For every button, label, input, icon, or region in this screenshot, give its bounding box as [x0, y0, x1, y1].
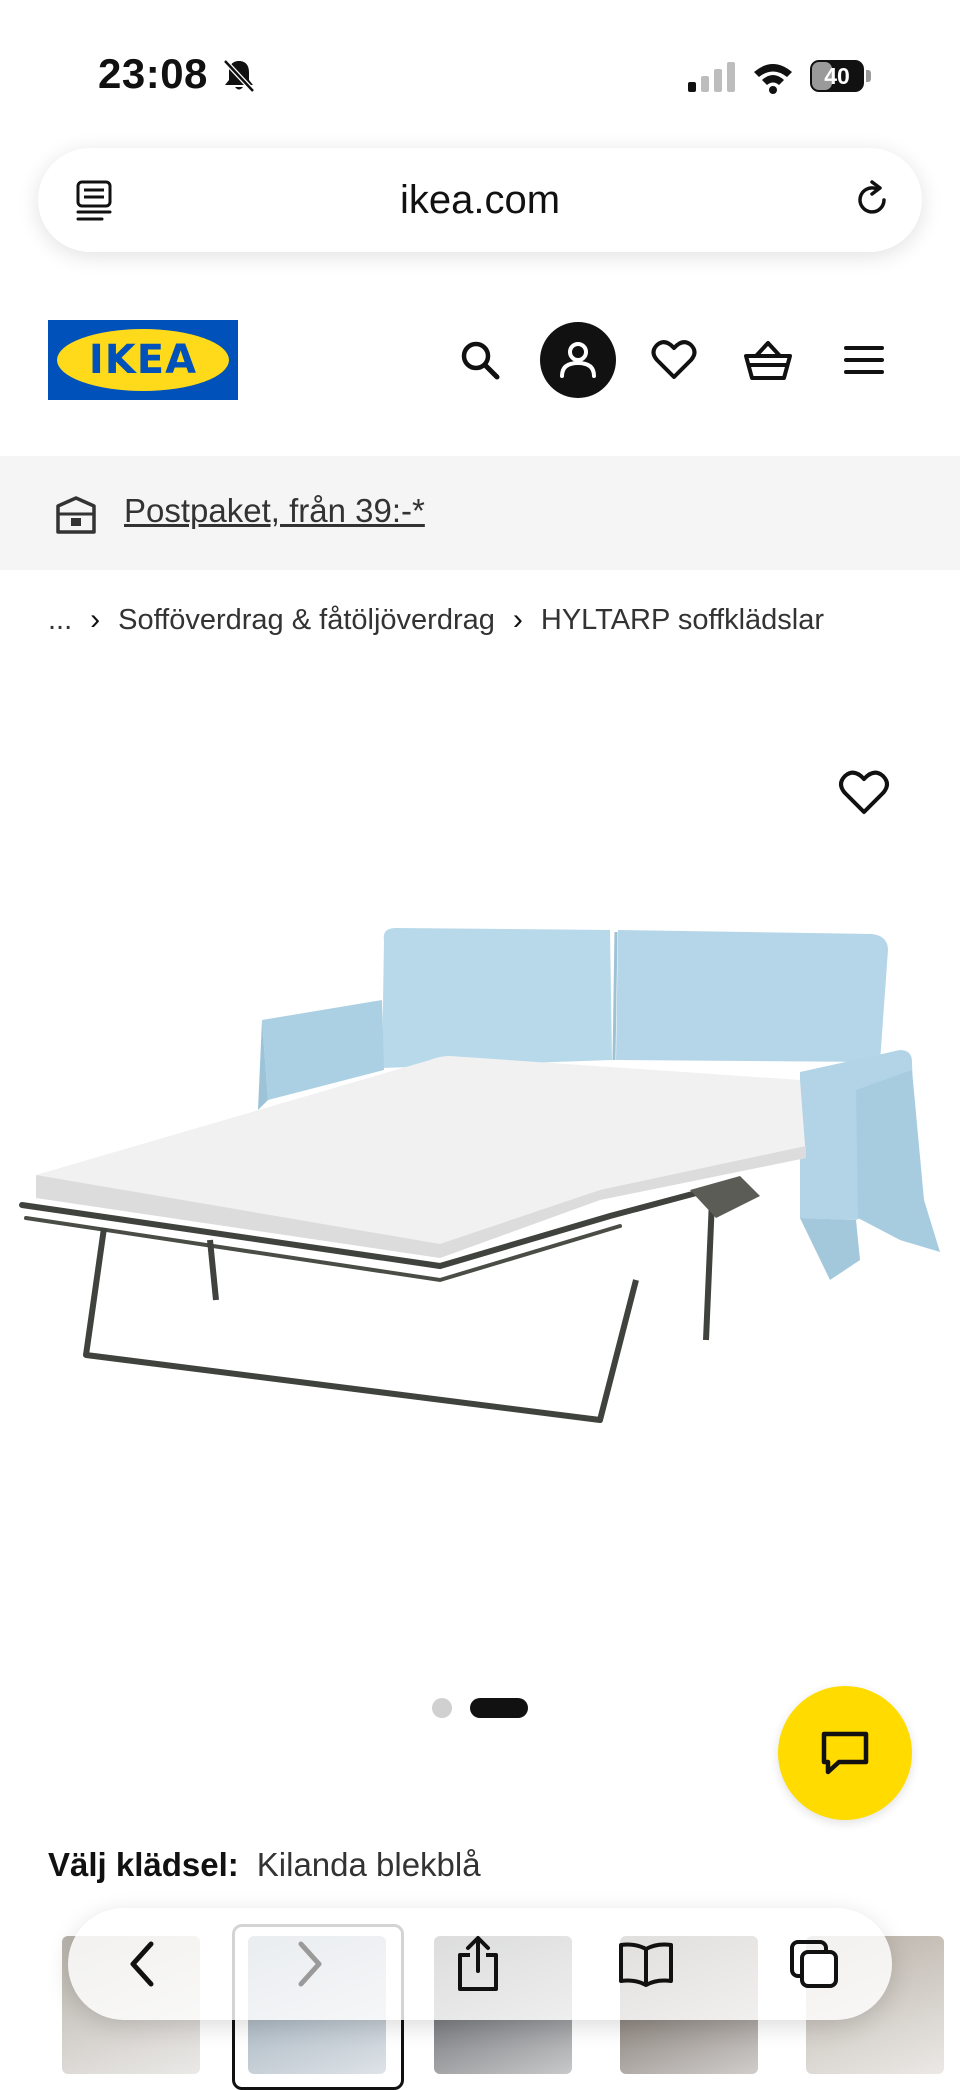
- profile-icon: [560, 342, 596, 378]
- profile-button[interactable]: [538, 320, 618, 400]
- breadcrumb: ... › Sofföverdrag & fåtöljöverdrag › HY…: [48, 600, 824, 640]
- promo-link[interactable]: Postpaket, från 39:-*: [124, 486, 425, 536]
- product-image[interactable]: [0, 900, 960, 1460]
- breadcrumb-item-current: HYLTARP soffklädslar: [540, 603, 825, 636]
- upholstery-label: Välj klädsel:: [48, 1846, 239, 1883]
- breadcrumb-separator: ›: [90, 603, 101, 636]
- reload-icon[interactable]: [850, 178, 894, 222]
- url-text[interactable]: ikea.com: [38, 148, 922, 252]
- cart-icon[interactable]: [728, 320, 808, 400]
- gallery-dot[interactable]: [470, 1698, 528, 1718]
- menu-icon[interactable]: [824, 320, 904, 400]
- battery-icon: 40: [810, 60, 872, 94]
- package-icon: [56, 496, 96, 534]
- heart-icon[interactable]: [634, 320, 714, 400]
- tabs-icon[interactable]: [784, 1934, 844, 1994]
- add-to-favourites-heart-icon[interactable]: [836, 764, 892, 820]
- chat-bubble-icon: [821, 1731, 869, 1775]
- gallery-dot[interactable]: [432, 1698, 452, 1718]
- share-icon[interactable]: [448, 1934, 508, 1994]
- upholstery-value: Kilanda blekblå: [256, 1846, 481, 1883]
- breadcrumb-ellipsis[interactable]: ...: [48, 604, 72, 637]
- forward-icon[interactable]: [280, 1934, 340, 1994]
- promo-banner[interactable]: Postpaket, från 39:-*: [0, 456, 960, 570]
- battery-percent: 40: [824, 63, 850, 89]
- back-icon[interactable]: [112, 1934, 172, 1994]
- logo-text: IKEA: [88, 337, 198, 383]
- ikea-logo[interactable]: IKEA: [48, 320, 238, 400]
- breadcrumb-separator: ›: [512, 603, 523, 636]
- tab-overview-icon[interactable]: [72, 178, 116, 222]
- wifi-icon: [754, 64, 792, 94]
- chat-button[interactable]: [778, 1686, 912, 1820]
- address-bar[interactable]: ikea.com: [38, 148, 922, 252]
- search-icon[interactable]: [440, 320, 520, 400]
- browser-toolbar: [68, 1908, 892, 2020]
- upholstery-selector: Välj klädsel: Kilanda blekblå: [48, 1846, 481, 1884]
- cellular-signal-icon: [688, 62, 735, 92]
- status-time: 23:08: [98, 50, 208, 97]
- bookmarks-icon[interactable]: [616, 1934, 676, 1994]
- breadcrumb-item-category[interactable]: Sofföverdrag & fåtöljöverdrag: [118, 604, 495, 637]
- bell-slash-icon: [223, 59, 255, 93]
